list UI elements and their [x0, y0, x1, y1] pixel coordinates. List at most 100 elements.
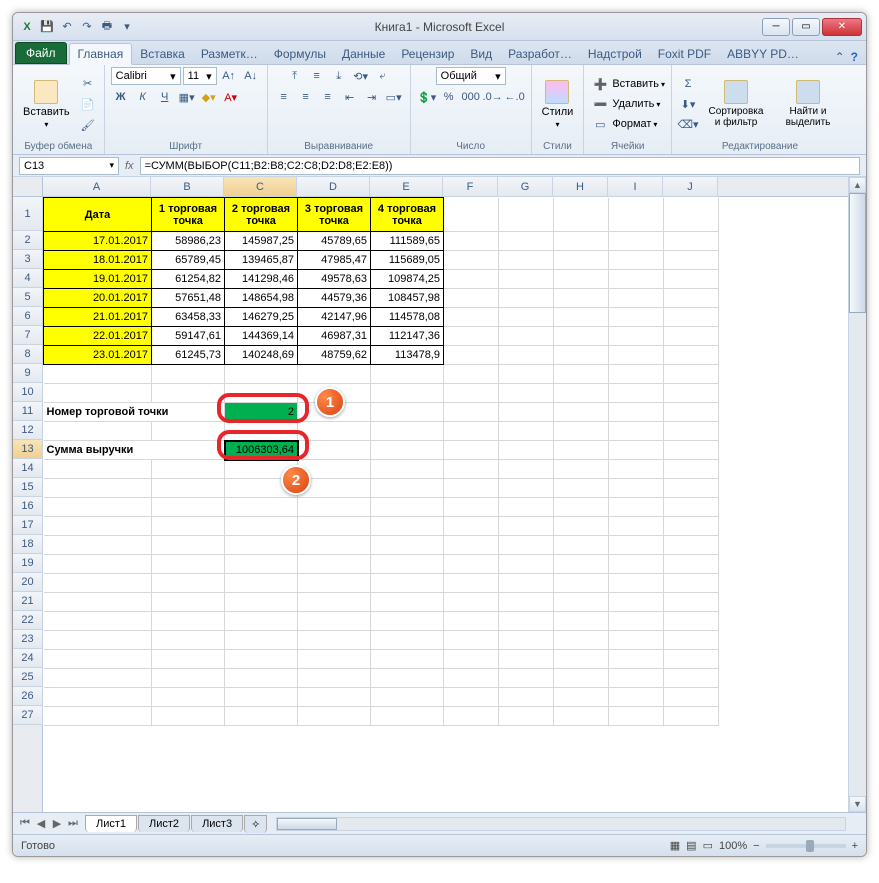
cell[interactable]	[444, 270, 499, 289]
cell[interactable]	[225, 612, 298, 631]
cell[interactable]	[499, 289, 554, 308]
col-header-J[interactable]: J	[663, 177, 718, 197]
cell[interactable]	[499, 251, 554, 270]
cell[interactable]	[499, 198, 554, 232]
cell[interactable]	[298, 441, 371, 460]
cell[interactable]	[152, 479, 225, 498]
tab-nav-next-icon[interactable]: ▶	[49, 817, 65, 830]
cell[interactable]	[609, 232, 664, 251]
cell[interactable]	[225, 517, 298, 536]
tab-nav-first-icon[interactable]: ⏮	[17, 817, 33, 830]
cell[interactable]	[298, 593, 371, 612]
cell[interactable]	[444, 198, 499, 232]
cell[interactable]	[664, 612, 719, 631]
cell[interactable]	[609, 631, 664, 650]
cell[interactable]	[664, 441, 719, 460]
sheet-tab-3[interactable]: Лист3	[191, 815, 243, 832]
cell[interactable]	[609, 403, 664, 422]
cell[interactable]	[499, 650, 554, 669]
cell[interactable]	[371, 422, 444, 441]
cell[interactable]	[499, 365, 554, 384]
styles-button[interactable]: Стили ▾	[538, 78, 578, 131]
delete-cells-button[interactable]: ➖Удалить▾	[590, 95, 665, 113]
cell[interactable]	[499, 232, 554, 251]
cell[interactable]	[609, 669, 664, 688]
vertical-scrollbar[interactable]: ▲ ▼	[848, 177, 866, 812]
cell[interactable]	[371, 612, 444, 631]
cell[interactable]	[664, 593, 719, 612]
cell[interactable]	[664, 650, 719, 669]
cell[interactable]	[371, 631, 444, 650]
cell[interactable]	[499, 536, 554, 555]
decrease-indent-icon[interactable]: ⇤	[340, 88, 360, 106]
tab-pagelayout[interactable]: Разметк…	[193, 44, 266, 64]
cell[interactable]	[225, 707, 298, 726]
cell[interactable]	[371, 593, 444, 612]
cell[interactable]	[499, 327, 554, 346]
qat-dropdown-icon[interactable]: ▾	[119, 19, 135, 35]
sort-filter-button[interactable]: Сортировка и фильтр	[702, 78, 770, 130]
cell[interactable]	[371, 365, 444, 384]
cell[interactable]	[44, 650, 152, 669]
cell[interactable]	[152, 422, 225, 441]
cell[interactable]: 140248,69	[225, 346, 298, 365]
cell[interactable]	[444, 517, 499, 536]
cell[interactable]	[444, 327, 499, 346]
cell[interactable]	[44, 517, 152, 536]
align-bottom-icon[interactable]: ⤓	[329, 67, 349, 85]
cell[interactable]: 145987,25	[225, 232, 298, 251]
copy-icon[interactable]: 📄	[78, 95, 98, 113]
cell[interactable]: 144369,14	[225, 327, 298, 346]
cell[interactable]	[499, 498, 554, 517]
cell-B1[interactable]: 1 торговая точка	[152, 198, 225, 232]
cell[interactable]	[152, 669, 225, 688]
cell[interactable]	[444, 441, 499, 460]
cell[interactable]	[554, 441, 609, 460]
cell[interactable]	[664, 460, 719, 479]
row-header[interactable]: 12	[13, 421, 43, 440]
increase-font-icon[interactable]: A↑	[219, 67, 239, 85]
comma-icon[interactable]: 000	[461, 88, 481, 106]
cell[interactable]	[444, 365, 499, 384]
cell[interactable]	[499, 593, 554, 612]
cell[interactable]	[371, 498, 444, 517]
cell[interactable]	[444, 688, 499, 707]
row-header[interactable]: 4	[13, 269, 43, 288]
cell[interactable]: 42147,96	[298, 308, 371, 327]
find-select-button[interactable]: Найти и выделить	[774, 78, 842, 130]
cell[interactable]	[371, 555, 444, 574]
cell[interactable]	[225, 574, 298, 593]
col-header-A[interactable]: A	[43, 177, 151, 197]
row-header[interactable]: 26	[13, 687, 43, 706]
cell[interactable]	[664, 270, 719, 289]
formula-bar[interactable]: =СУММ(ВЫБОР(C11;B2:B8;C2:C8;D2:D8;E2:E8)…	[140, 157, 860, 175]
cell[interactable]	[152, 593, 225, 612]
bold-button[interactable]: Ж	[111, 88, 131, 106]
cell[interactable]	[664, 555, 719, 574]
cell[interactable]	[609, 308, 664, 327]
cell[interactable]	[554, 251, 609, 270]
close-button[interactable]: ✕	[822, 18, 862, 36]
cell[interactable]	[554, 346, 609, 365]
cell[interactable]: 109874,25	[371, 270, 444, 289]
cell[interactable]	[444, 650, 499, 669]
cell[interactable]: 115689,05	[371, 251, 444, 270]
col-header-E[interactable]: E	[370, 177, 443, 197]
row-header[interactable]: 11	[13, 402, 43, 421]
cell[interactable]	[152, 631, 225, 650]
cell[interactable]	[499, 384, 554, 403]
clear-icon[interactable]: ⌫▾	[678, 115, 698, 133]
cell[interactable]: 114578,08	[371, 308, 444, 327]
cell[interactable]	[554, 498, 609, 517]
cell[interactable]	[554, 669, 609, 688]
col-header-D[interactable]: D	[297, 177, 370, 197]
horizontal-scrollbar[interactable]	[276, 817, 846, 831]
cell[interactable]	[298, 498, 371, 517]
cell[interactable]	[609, 593, 664, 612]
cell-A13[interactable]: Сумма выручки	[44, 441, 225, 460]
italic-button[interactable]: К	[133, 88, 153, 106]
fx-icon[interactable]: fx	[125, 160, 134, 172]
cell[interactable]	[371, 574, 444, 593]
currency-icon[interactable]: 💲▾	[417, 88, 437, 106]
row-header[interactable]: 13	[13, 440, 43, 459]
